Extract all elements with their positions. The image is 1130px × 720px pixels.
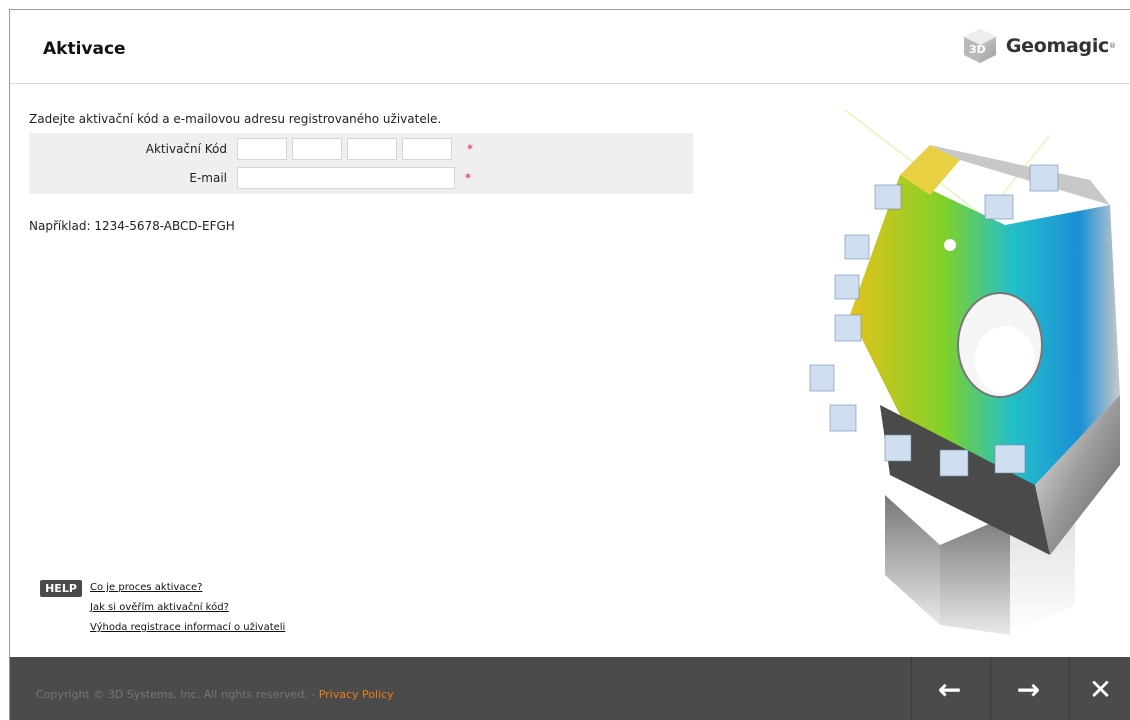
footer: Copyright © 3D Systems, Inc. All rights … [10,657,1130,720]
header: Aktivace 3D Geomagic ® [10,10,1130,84]
close-icon: ✕ [1088,672,1113,706]
page-title: Aktivace [43,39,126,59]
activation-code-part-4[interactable] [402,138,452,160]
activation-form: Aktivační Kód * E-mail * [29,133,693,194]
close-button[interactable]: ✕ [1069,657,1130,720]
copyright-text: Copyright © 3D Systems, Inc. All rights … [36,688,394,701]
email-field[interactable] [237,167,455,189]
email-label: E-mail [189,171,227,185]
intro-text: Zadejte aktivační kód a e-mailovou adres… [29,112,442,126]
copyright-label: Copyright © 3D Systems, Inc. All rights … [36,688,316,701]
help-link-registration-benefit[interactable]: Výhoda registrace informací o uživateli [90,622,285,633]
geomagic-logo-icon: 3D [960,26,1000,66]
main-content: Zadejte aktivační kód a e-mailovou adres… [10,85,1130,656]
back-arrow-icon: ← [937,672,962,706]
activation-code-row: Aktivační Kód * [29,138,693,160]
next-button[interactable]: → [990,657,1066,720]
product-illustration [790,105,1130,655]
required-marker: * [467,142,473,156]
back-button[interactable]: ← [911,657,987,720]
email-row: E-mail * [29,167,693,189]
activation-code-part-1[interactable] [237,138,287,160]
logo-text: Geomagic [1005,35,1109,57]
activation-window: Aktivace 3D Geomagic ® Zadejte aktivační… [9,9,1130,720]
activation-code-part-3[interactable] [347,138,397,160]
help-badge: HELP [40,580,82,597]
help-link-verify-code[interactable]: Jak si ověřím aktivační kód? [90,602,229,613]
help-link-activation-process[interactable]: Co je proces aktivace? [90,582,202,593]
next-arrow-icon: → [1016,672,1041,706]
example-code-text: Například: 1234-5678-ABCD-EFGH [29,219,235,233]
required-marker: * [465,171,471,185]
activation-code-part-2[interactable] [292,138,342,160]
logo-trademark: ® [1109,42,1116,50]
activation-code-label: Aktivační Kód [145,142,227,156]
svg-text:3D: 3D [969,43,986,56]
privacy-policy-link[interactable]: Privacy Policy [319,688,394,701]
geomagic-logo: 3D Geomagic ® [960,25,1116,67]
